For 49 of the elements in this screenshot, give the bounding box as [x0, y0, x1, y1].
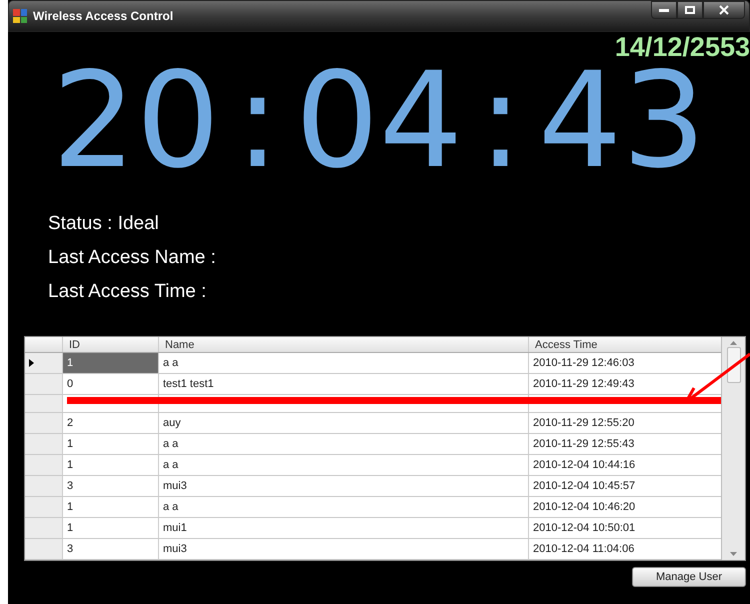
table-cell-text: 2010-11-29 12:55:43: [532, 437, 636, 452]
table-cell-text: 2010-12-04 10:50:01: [532, 521, 636, 536]
table-cell: 1: [63, 497, 159, 517]
close-button[interactable]: [703, 1, 745, 19]
table-cell: a a: [159, 434, 529, 454]
table-cell: 1: [63, 434, 159, 454]
table-cell: 1: [63, 353, 159, 373]
maximize-button[interactable]: [677, 1, 703, 19]
table-cell: mui3: [159, 539, 529, 559]
table-cell: 1: [63, 455, 159, 475]
table-cell: 1: [63, 518, 159, 538]
table-cell: 3: [63, 476, 159, 496]
clock-text: 20: [52, 56, 220, 186]
column-header[interactable]: Name: [159, 337, 529, 352]
table-cell: a a: [159, 455, 529, 475]
table-cell: 0: [63, 374, 159, 394]
table-cell-text: 2010-12-04 10:45:57: [532, 479, 636, 494]
table-cell: a a: [159, 353, 529, 373]
table-cell-text: 2010-11-29 12:49:43: [532, 377, 636, 392]
table-cell-text: 2010-11-29 12:55:20: [532, 416, 636, 431]
clock-text: :: [235, 56, 280, 186]
current-row-icon: [29, 359, 34, 367]
table-cell: a a: [159, 497, 529, 517]
table-cell-text: 2010-11-29 12:46:03: [532, 356, 636, 371]
app-icon: [13, 9, 27, 23]
clock-text: :: [478, 56, 523, 186]
column-header[interactable]: ID: [63, 337, 159, 352]
table-cell: 2: [63, 413, 159, 433]
row-header[interactable]: [25, 353, 63, 373]
close-icon: [719, 5, 729, 15]
scrollbar[interactable]: [721, 337, 745, 560]
scroll-up-icon[interactable]: [730, 341, 737, 345]
column-header[interactable]: Access Time: [529, 337, 721, 352]
table-cell-text: 2010-12-04 10:44:16: [532, 458, 636, 473]
manage-user-button[interactable]: Manage User: [632, 567, 746, 587]
window-title: Wireless Access Control: [33, 8, 174, 25]
minimize-button[interactable]: [651, 1, 677, 19]
scroll-down-icon[interactable]: [730, 552, 737, 556]
table-cell-text: 2010-12-04 11:04:06: [532, 542, 636, 557]
info-label: Last Access Name :: [48, 246, 217, 270]
table-cell: mui1: [159, 518, 529, 538]
table-cell: test1 test1: [159, 374, 529, 394]
table-cell-text: 2010-12-04 10:46:20: [532, 500, 636, 515]
clock-text: 04: [295, 56, 463, 186]
table-cell: 3: [63, 539, 159, 559]
info-label: Status : Ideal: [48, 212, 160, 236]
info-label: Last Access Time :: [48, 280, 208, 304]
table-cell: auy: [159, 413, 529, 433]
table-cell: mui3: [159, 476, 529, 496]
